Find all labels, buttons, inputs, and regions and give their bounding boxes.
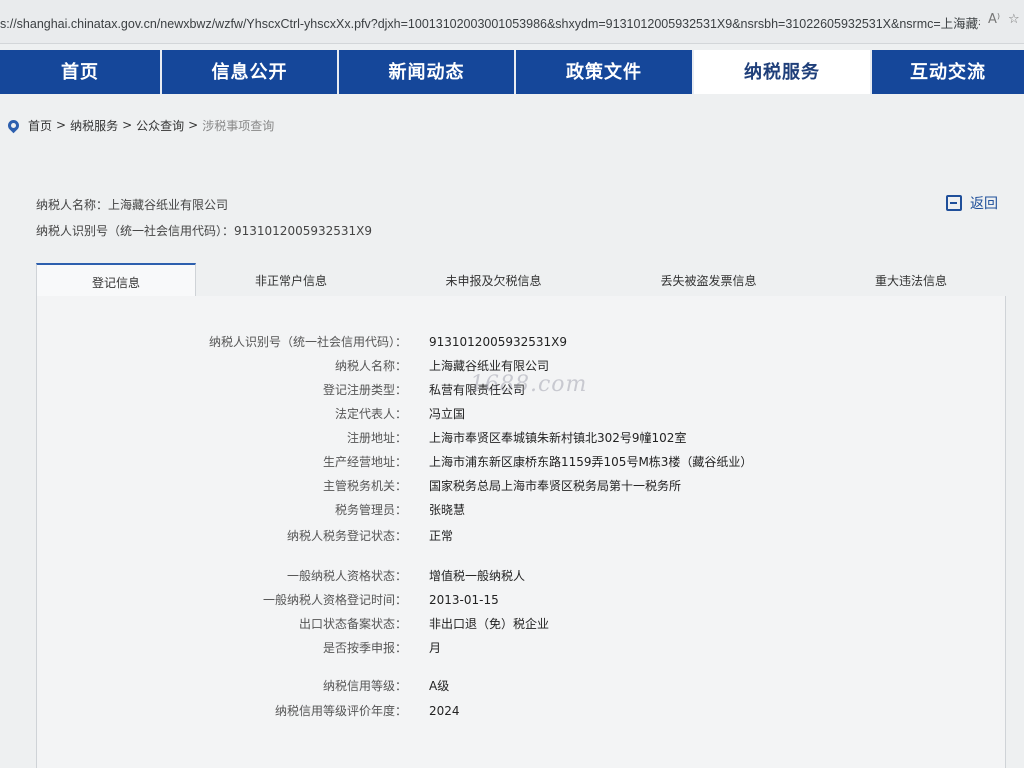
nav-info-disclosure[interactable]: 信息公开 — [162, 50, 339, 94]
detail-row: 纳税信用等级： A级 — [37, 676, 1005, 696]
detail-value: 月 — [429, 641, 442, 655]
detail-label: 是否按季申报： — [322, 641, 407, 655]
detail-label: 税务管理员： — [334, 503, 407, 517]
detail-label: 生产经营地址： — [322, 455, 407, 469]
breadcrumb-current: 涉税事项查询 — [202, 118, 275, 133]
registration-panel: 纳税人识别号（统一社会信用代码）： 9131012005932531X9 纳税人… — [36, 296, 1006, 768]
detail-value: 增值税一般纳税人 — [429, 569, 526, 583]
detail-row: 一般纳税人资格状态： 增值税一般纳税人 — [37, 566, 1005, 586]
nav-tax-service[interactable]: 纳税服务 — [694, 50, 872, 94]
detail-label: 纳税人识别号（统一社会信用代码）： — [208, 335, 407, 349]
taxpayer-name-line: 纳税人名称：上海藏谷纸业有限公司 — [36, 198, 229, 212]
location-pin-icon — [5, 117, 22, 133]
detail-label: 纳税人名称： — [334, 359, 407, 373]
main-nav: 首页 信息公开 新闻动态 政策文件 纳税服务 互动交流 — [0, 50, 1024, 94]
breadcrumb: 首页 > 纳税服务 > 公众查询 > 涉税事项查询 — [5, 116, 275, 134]
breadcrumb-tax-service[interactable]: 纳税服务 — [70, 117, 118, 134]
detail-row: 纳税人识别号（统一社会信用代码）： 9131012005932531X9 — [37, 332, 1005, 352]
watermark: 1688.com — [470, 372, 588, 397]
detail-value: 2013-01-15 — [429, 593, 499, 607]
nav-policy[interactable]: 政策文件 — [516, 50, 694, 94]
breadcrumb-public-query[interactable]: 公众查询 — [136, 117, 184, 134]
breadcrumb-home[interactable]: 首页 — [28, 117, 52, 134]
address-bar[interactable]: s://shanghai.chinatax.gov.cn/newxbwz/wzf… — [0, 0, 1024, 44]
breadcrumb-separator: > — [122, 118, 133, 132]
detail-value: 冯立国 — [429, 407, 466, 421]
detail-label: 一般纳税人资格登记时间： — [262, 593, 407, 607]
detail-label: 出口状态备案状态： — [298, 617, 407, 631]
back-label: 返回 — [970, 196, 998, 212]
detail-row: 法定代表人： 冯立国 — [37, 404, 1005, 424]
detail-row: 是否按季申报： 月 — [37, 638, 1005, 658]
detail-label: 纳税信用等级评价年度： — [274, 704, 407, 718]
detail-row: 注册地址： 上海市奉贤区奉城镇朱新村镇北302号9幢102室 — [37, 428, 1005, 448]
detail-value: 2024 — [429, 704, 460, 718]
detail-label: 纳税信用等级： — [322, 679, 407, 693]
detail-label: 登记注册类型： — [322, 383, 407, 397]
detail-label: 一般纳税人资格状态： — [286, 569, 407, 583]
detail-row: 主管税务机关： 国家税务总局上海市奉贤区税务局第十一税务所 — [37, 476, 1005, 496]
tab-lost-invoices[interactable]: 丢失被盗发票信息 — [601, 263, 816, 297]
tab-registration[interactable]: 登记信息 — [36, 263, 196, 298]
detail-value: A级 — [429, 679, 450, 693]
back-button[interactable]: 返回 — [946, 193, 998, 213]
detail-value: 非出口退（免）税企业 — [429, 617, 550, 631]
detail-label: 主管税务机关： — [322, 479, 407, 493]
detail-row: 纳税人税务登记状态： 正常 — [37, 526, 1005, 546]
breadcrumb-separator: > — [56, 118, 67, 132]
detail-value: 国家税务总局上海市奉贤区税务局第十一税务所 — [429, 479, 682, 493]
detail-row: 生产经营地址： 上海市浦东新区康桥东路1159弄105号M栋3楼（藏谷纸业） — [37, 452, 1005, 472]
nav-news[interactable]: 新闻动态 — [339, 50, 516, 94]
tab-bar: 登记信息 非正常户信息 未申报及欠税信息 丢失被盗发票信息 重大违法信息 — [36, 263, 1006, 298]
tab-undeclared-arrears[interactable]: 未申报及欠税信息 — [386, 263, 601, 297]
detail-label: 纳税人税务登记状态： — [286, 529, 407, 543]
detail-value: 正常 — [429, 529, 454, 543]
detail-value: 上海市浦东新区康桥东路1159弄105号M栋3楼（藏谷纸业） — [429, 455, 753, 469]
detail-value: 上海市奉贤区奉城镇朱新村镇北302号9幢102室 — [429, 431, 687, 445]
taxpayer-id-line: 纳税人识别号（统一社会信用代码）：9131012005932531X9 — [36, 224, 373, 238]
detail-label: 注册地址： — [346, 431, 407, 445]
detail-label: 法定代表人： — [334, 407, 407, 421]
detail-value: 张晓慧 — [429, 503, 466, 517]
detail-value: 9131012005932531X9 — [429, 335, 568, 349]
url-text[interactable]: s://shanghai.chinatax.gov.cn/newxbwz/wzf… — [0, 13, 980, 32]
favorite-star-icon[interactable]: ☆ — [1008, 12, 1020, 27]
breadcrumb-separator: > — [188, 118, 199, 132]
nav-home[interactable]: 首页 — [0, 50, 162, 94]
read-aloud-icon[interactable]: A⁾ — [988, 12, 1000, 27]
detail-row: 税务管理员： 张晓慧 — [37, 500, 1005, 520]
detail-row: 出口状态备案状态： 非出口退（免）税企业 — [37, 614, 1005, 634]
nav-interaction[interactable]: 互动交流 — [872, 50, 1024, 94]
tab-major-violations[interactable]: 重大违法信息 — [816, 263, 1006, 297]
back-icon — [946, 195, 962, 211]
tab-abnormal[interactable]: 非正常户信息 — [196, 263, 386, 297]
detail-row: 纳税信用等级评价年度： 2024 — [37, 701, 1005, 721]
detail-row: 一般纳税人资格登记时间： 2013-01-15 — [37, 590, 1005, 610]
